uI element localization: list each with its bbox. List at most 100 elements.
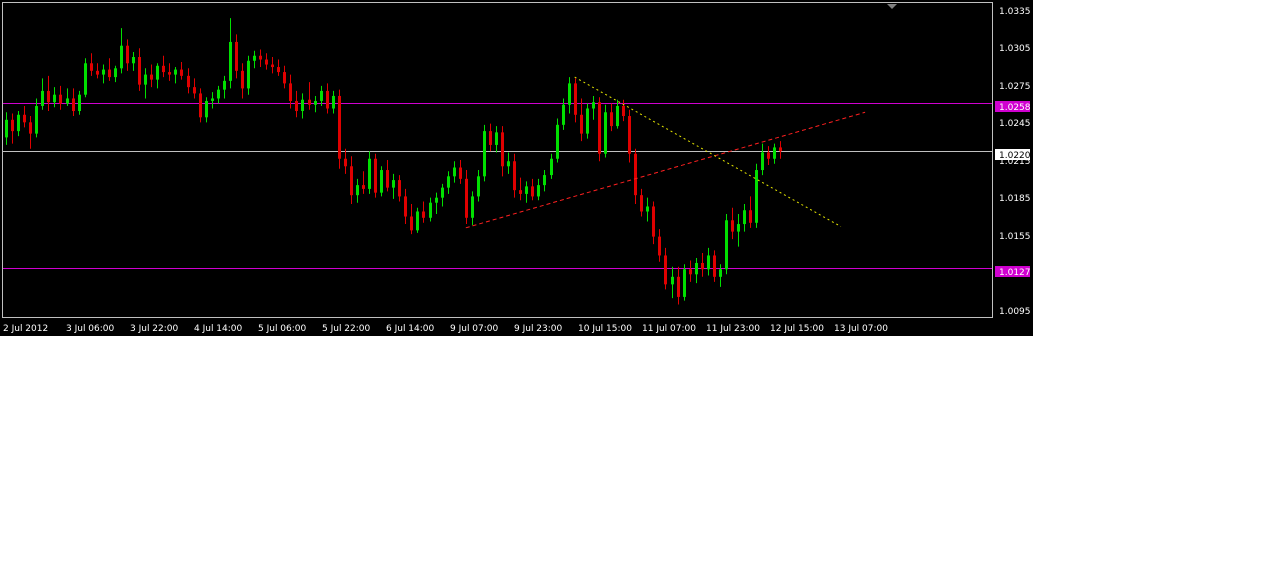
- bearish-candle: [72, 88, 75, 117]
- candle-body: [537, 185, 540, 197]
- bearish-candle: [374, 153, 377, 198]
- bullish-candle: [592, 95, 595, 120]
- bearish-candle: [652, 201, 655, 245]
- candle-body: [350, 166, 353, 196]
- candle-body: [90, 63, 93, 71]
- bullish-candle: [719, 264, 722, 287]
- bullish-candle: [102, 64, 105, 84]
- bullish-candle: [477, 170, 480, 202]
- bullish-candle: [568, 77, 571, 114]
- candle-body: [483, 131, 486, 177]
- price-chart[interactable]: 1.0335 1.0305 1.0275 1.0245 1.0215 1.018…: [0, 0, 1033, 336]
- bearish-candle: [180, 62, 183, 80]
- candle-body: [78, 94, 81, 112]
- bid-price-label: 1.0220: [999, 151, 1031, 161]
- bearish-candle: [622, 99, 625, 122]
- bearish-candle: [465, 170, 468, 225]
- bullish-candle: [416, 207, 419, 233]
- candle-body: [677, 276, 680, 297]
- bid-price-badge: 1.0220: [995, 149, 1031, 161]
- bearish-candle: [404, 188, 407, 225]
- bearish-candle: [187, 68, 190, 94]
- candle-body: [102, 69, 105, 75]
- bullish-candle: [17, 111, 20, 137]
- bearish-candle: [489, 123, 492, 152]
- candle-body: [308, 99, 311, 105]
- bullish-candle: [737, 214, 740, 247]
- bullish-candle: [229, 18, 232, 89]
- candle-body: [519, 190, 522, 194]
- candle-body: [241, 70, 244, 89]
- candle-body: [550, 158, 553, 176]
- bullish-candle: [53, 87, 56, 108]
- candle-body: [29, 122, 32, 134]
- x-tick-label: 2 Jul 2012: [3, 324, 48, 334]
- bullish-candle: [41, 78, 44, 110]
- bearish-candle: [47, 75, 50, 112]
- bullish-candle: [247, 55, 250, 95]
- bullish-candle: [695, 257, 698, 284]
- bullish-candle: [84, 58, 87, 98]
- bullish-candle: [314, 95, 317, 113]
- bullish-candle: [761, 143, 764, 176]
- bearish-candle: [138, 48, 141, 91]
- candle-body: [187, 75, 190, 88]
- bullish-candle: [507, 152, 510, 174]
- chart-shift-marker-icon[interactable]: [887, 4, 897, 9]
- bearish-candle: [193, 78, 196, 99]
- bearish-candle: [640, 188, 643, 217]
- candle-body: [646, 206, 649, 212]
- candle-body: [380, 170, 383, 193]
- x-tick-label: 3 Jul 06:00: [66, 324, 115, 334]
- x-tick-label: 9 Jul 07:00: [450, 324, 499, 334]
- candle-body: [695, 262, 698, 275]
- bearish-candle: [271, 57, 274, 74]
- bearish-candle: [90, 53, 93, 76]
- candle-body: [283, 72, 286, 84]
- candle-body: [640, 195, 643, 212]
- bearish-candle: [96, 63, 99, 79]
- bearish-candle: [513, 153, 516, 198]
- bullish-candle: [725, 214, 728, 275]
- candle-body: [211, 98, 214, 101]
- bearish-candle: [519, 177, 522, 201]
- candle-body: [743, 210, 746, 225]
- bearish-candle: [295, 90, 298, 118]
- bearish-candle: [610, 103, 613, 132]
- bearish-candle: [23, 105, 26, 128]
- bullish-candle: [66, 88, 69, 106]
- candle-body: [556, 124, 559, 159]
- candle-body: [156, 65, 159, 80]
- candle-body: [507, 161, 510, 167]
- candle-body: [683, 269, 686, 297]
- bearish-candle: [126, 39, 129, 71]
- candle-body: [47, 90, 50, 103]
- candle-body: [658, 236, 661, 256]
- candle-body: [53, 94, 56, 103]
- candle-body: [513, 161, 516, 191]
- trendlines-layer: [465, 76, 866, 229]
- bearish-candle: [749, 196, 752, 228]
- candle-body: [229, 41, 232, 81]
- support-trendline[interactable]: [465, 111, 866, 229]
- x-tick-label: 4 Jul 14:00: [194, 324, 243, 334]
- candle-body: [453, 167, 456, 177]
- chart-window[interactable]: 1.0335 1.0305 1.0275 1.0245 1.0215 1.018…: [0, 0, 1033, 336]
- bearish-candle: [162, 55, 165, 78]
- bullish-candle: [205, 97, 208, 123]
- candle-body: [737, 224, 740, 232]
- candle-body: [574, 83, 577, 115]
- candle-body: [441, 187, 444, 198]
- candle-body: [404, 196, 407, 217]
- bullish-candle: [301, 93, 304, 119]
- candle-body: [731, 220, 734, 232]
- candle-body: [495, 132, 498, 145]
- x-tick-label: 11 Jul 23:00: [706, 324, 760, 334]
- candle-body: [199, 93, 202, 118]
- candle-body: [289, 83, 292, 101]
- bullish-candle: [586, 103, 589, 139]
- bullish-candle: [537, 178, 540, 201]
- y-tick-label: 1.0155: [999, 232, 1031, 242]
- candle-body: [271, 64, 274, 68]
- bearish-candle: [398, 175, 401, 202]
